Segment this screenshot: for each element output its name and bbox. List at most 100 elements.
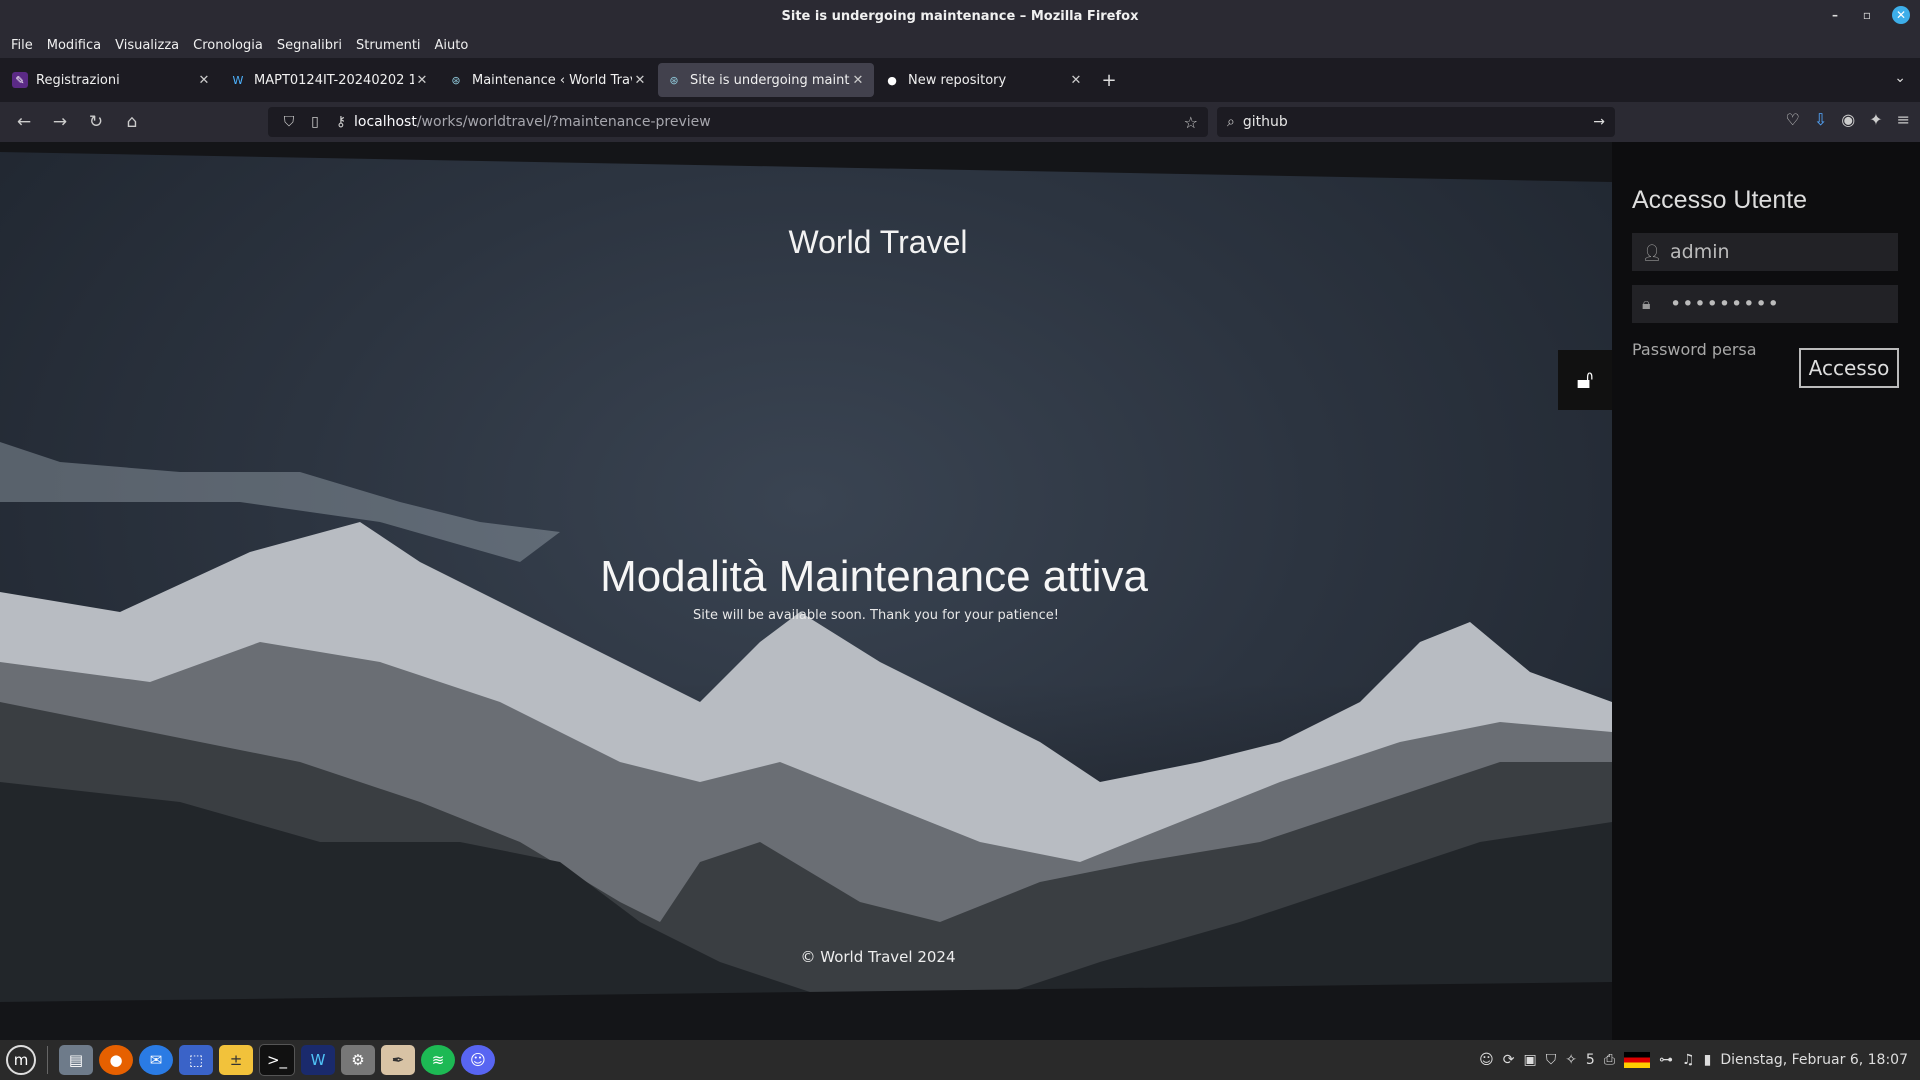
username-field[interactable]: 👤︎ admin [1632,233,1898,271]
hamburger-menu-icon[interactable]: ≡ [1897,110,1910,129]
system-tray: ☺ ⟳ ▣ ⛉ ✧ 5 ⎙ ⊶ ♫ ▮ Dienstag, Februar 6,… [1479,1040,1908,1080]
menu-cronologia[interactable]: Cronologia [186,38,270,53]
printer-icon[interactable]: ⎙ [1604,1052,1615,1068]
inkscape-icon[interactable]: ✒ [381,1045,415,1075]
menu-visualizza[interactable]: Visualizza [108,38,186,53]
tab-label: Registrazioni [36,72,120,88]
tab-list-chevron-icon[interactable]: ⌄ [1894,70,1906,86]
clipboard-icon[interactable]: ▣ [1523,1052,1536,1068]
clock[interactable]: Dienstag, Februar 6, 18:07 [1720,1052,1908,1068]
notifications-icon[interactable]: ✧ [1565,1052,1577,1068]
tray-count: 5 [1585,1052,1595,1068]
login-title: Accesso Utente [1632,186,1808,214]
reload-icon[interactable]: ↻ [78,112,114,132]
calculator-icon[interactable]: ± [219,1045,253,1075]
maintenance-subtext: Site will be available soon. Thank you f… [692,608,1060,623]
tab-bar: ✎ Registrazioni ✕ W MAPT0124IT-20240202 … [0,58,1920,102]
menu-aiuto[interactable]: Aiuto [428,38,476,53]
tab-maintenance[interactable]: ⊛ Maintenance ‹ World Travel ✕ [440,63,656,97]
close-tab-icon[interactable]: ✕ [632,73,648,88]
tab-label: New repository [908,72,1007,88]
login-submit-button[interactable]: Accesso [1799,348,1899,388]
lost-password-link[interactable]: Password persa [1632,340,1757,359]
close-tab-icon[interactable]: ✕ [414,73,430,88]
tab-label: Maintenance ‹ World Travel [472,72,632,88]
page-icon[interactable]: ▯ [302,114,328,130]
maximize-icon[interactable]: ▫ [1860,8,1874,22]
files-icon[interactable]: ▤ [59,1045,93,1075]
spotify-icon[interactable]: ≋ [421,1045,455,1075]
registrazioni-icon: ✎ [12,72,28,88]
shield-tray-icon[interactable]: ⛉ [1546,1052,1557,1068]
wordpress-icon: ⊛ [451,73,461,87]
url-bar[interactable]: ⛉ ▯ ⚷ localhost/works/worldtravel/?maint… [268,107,1208,137]
maintenance-page: World Travel Modalità Maintenance attiva… [0,142,1612,1040]
search-bar[interactable]: ⌕ github → [1217,107,1615,137]
settings-icon[interactable]: ⚙ [341,1045,375,1075]
discord-tray-icon[interactable]: ☺ [1479,1052,1494,1068]
maintenance-heading: Modalità Maintenance attiva [600,552,1148,601]
forward-icon[interactable]: → [42,112,78,132]
account-icon[interactable]: ◉ [1841,110,1855,129]
download-icon[interactable]: ⇩ [1814,110,1827,129]
tab-new-repository[interactable]: ● New repository ✕ [876,63,1092,97]
lock-icon: 🔒︎ [1642,294,1652,313]
menu-segnalibri[interactable]: Segnalibri [270,38,349,53]
home-icon[interactable]: ⌂ [114,112,150,132]
close-tab-icon[interactable]: ✕ [196,73,212,88]
page-footer: © World Travel 2024 [800,948,956,966]
user-icon: 👤︎ [1642,242,1663,262]
login-toggle-button[interactable]: 🔓︎ [1558,350,1612,410]
firefox-icon[interactable]: ● [99,1045,133,1075]
tab-site-maintenance[interactable]: ⊛ Site is undergoing maintenance ✕ [658,63,874,97]
pocket-icon[interactable]: ♡ [1785,110,1799,129]
taskbar: m ▤ ● ✉ ⬚ ± >_ W ⚙ ✒ ≋ ☺ ☺ ⟳ ▣ ⛉ ✧ 5 ⎙ ⊶… [0,1040,1920,1080]
password-field[interactable]: 🔒︎ ••••••••• [1632,285,1898,323]
url-host: localhost [354,114,417,130]
thunderbird-icon[interactable]: ✉ [139,1045,173,1075]
taskbar-separator [47,1046,48,1074]
network-icon[interactable]: ⊶ [1659,1052,1673,1068]
wordpress-icon: ⊛ [669,73,679,87]
menu-bar: File Modifica Visualizza Cronologia Segn… [0,32,1920,58]
extensions-icon[interactable]: ✦ [1869,110,1882,129]
menu-strumenti[interactable]: Strumenti [349,38,428,53]
battery-icon[interactable]: ▮ [1704,1052,1712,1068]
window-title: Site is undergoing maintenance – Mozilla… [781,8,1139,24]
webflow-icon: W [232,73,244,87]
unlock-icon: 🔓︎ [1576,364,1594,395]
toolbar-icons: ♡ ⇩ ◉ ✦ ≡ [1785,110,1910,129]
tab-label: Site is undergoing maintenance [690,72,850,88]
bookmark-star-icon[interactable]: ☆ [1184,113,1198,132]
menu-modifica[interactable]: Modifica [40,38,108,53]
terminal-icon[interactable]: >_ [259,1044,295,1076]
search-input[interactable]: github [1243,114,1288,130]
minimize-icon[interactable]: – [1828,8,1842,22]
search-icon: ⌕ [1227,114,1235,130]
tab-registrazioni[interactable]: ✎ Registrazioni ✕ [4,63,220,97]
shield-icon[interactable]: ⛉ [276,114,302,130]
discord-icon[interactable]: ☺ [461,1045,495,1075]
url-path: /works/worldtravel/?maintenance-preview [416,114,711,130]
menu-file[interactable]: File [4,38,40,53]
update-icon[interactable]: ⟳ [1503,1052,1515,1068]
close-tab-icon[interactable]: ✕ [850,73,866,88]
window-controls: – ▫ ✕ [1828,6,1910,24]
window-titlebar: Site is undergoing maintenance – Mozilla… [0,0,1920,32]
site-title: World Travel [788,224,968,260]
screenshot-icon[interactable]: ⬚ [179,1045,213,1075]
password-value: ••••••••• [1670,293,1780,315]
key-icon[interactable]: ⚷ [328,114,354,130]
mint-menu-icon[interactable]: m [6,1045,36,1075]
close-window-icon[interactable]: ✕ [1892,6,1910,24]
new-tab-icon[interactable]: + [1094,70,1124,91]
sound-icon[interactable]: ♫ [1682,1052,1695,1068]
navigation-toolbar: ← → ↻ ⌂ ⛉ ▯ ⚷ localhost/works/worldtrave… [0,102,1920,142]
search-go-icon[interactable]: → [1593,114,1605,130]
tab-mapt[interactable]: W MAPT0124IT-20240202 180 ✕ [222,63,438,97]
back-icon[interactable]: ← [6,112,42,132]
webstorm-icon[interactable]: W [301,1045,335,1075]
keyboard-layout-flag-icon[interactable] [1624,1052,1651,1068]
close-tab-icon[interactable]: ✕ [1068,73,1084,88]
username-value: admin [1670,241,1730,263]
